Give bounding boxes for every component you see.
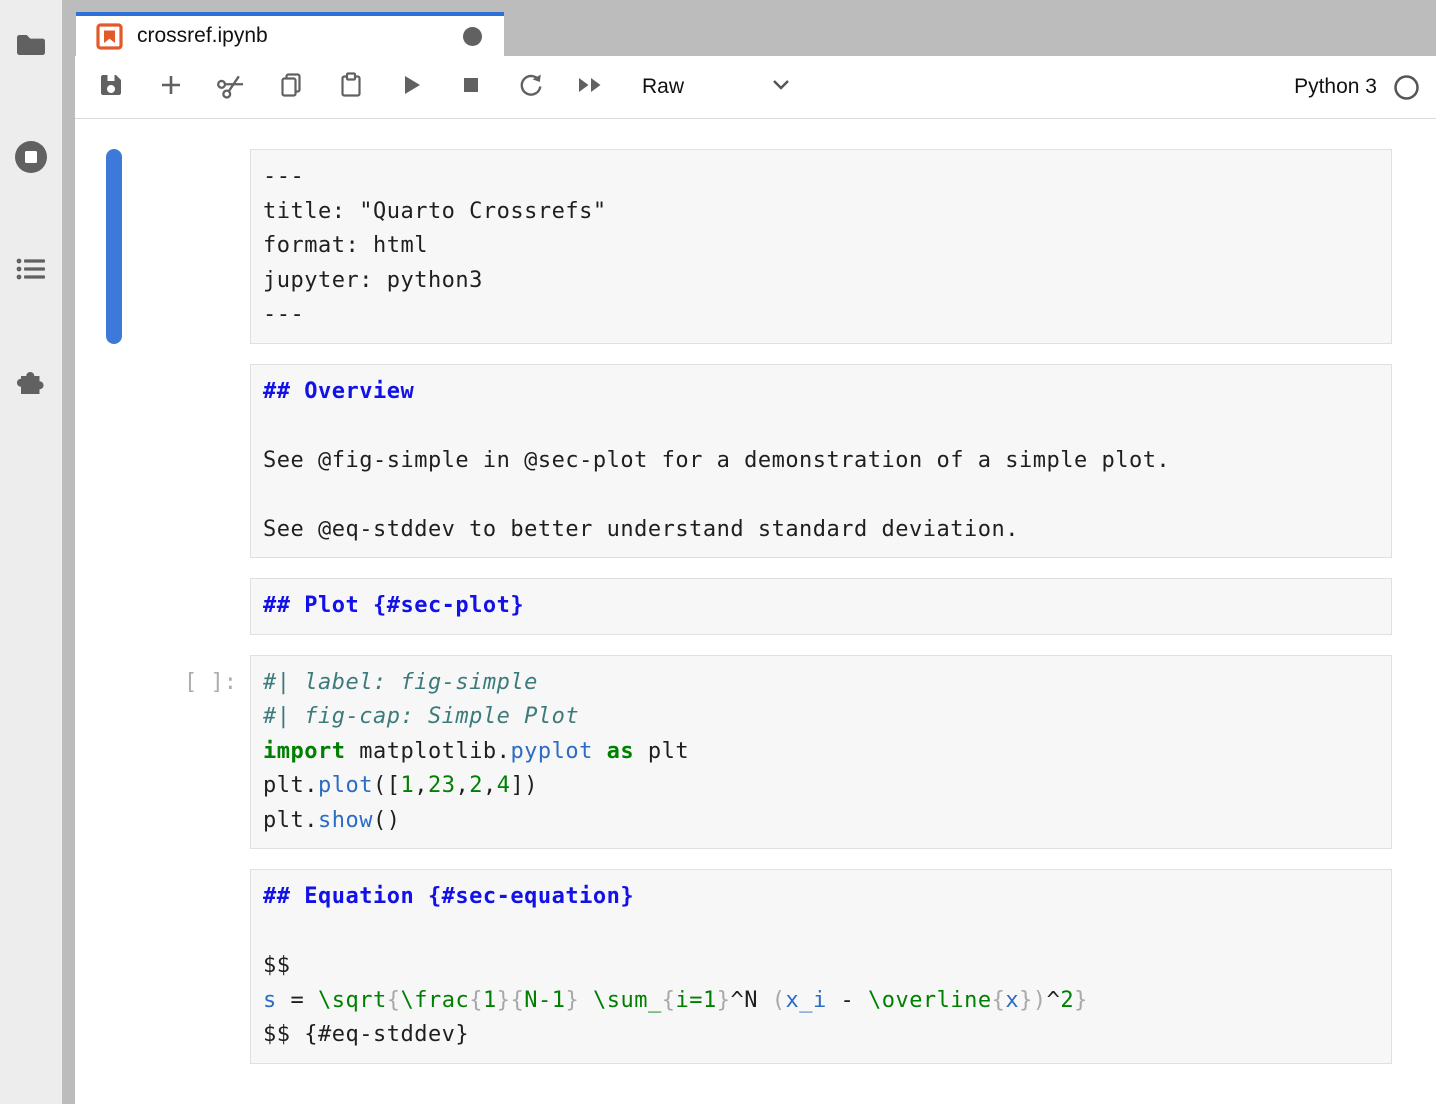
selected-cell-indicator bbox=[106, 149, 122, 344]
dock-tab-bar: crossref.ipynb bbox=[62, 0, 1436, 56]
table-of-contents-icon bbox=[14, 254, 48, 284]
restart-refresh-icon bbox=[516, 70, 546, 105]
cell-row-frontmatter: ---title: "Quarto Crossrefs"format: html… bbox=[75, 149, 1436, 344]
interrupt-kernel-button[interactable] bbox=[456, 70, 486, 104]
save-button[interactable] bbox=[96, 70, 126, 104]
cell-prompt bbox=[75, 578, 250, 635]
save-floppy-icon bbox=[96, 70, 126, 105]
copy-cells-button[interactable] bbox=[276, 70, 306, 104]
paste-cells-button[interactable] bbox=[336, 70, 366, 104]
unsaved-changes-dot[interactable] bbox=[463, 27, 482, 46]
kernel-idle-circle-icon[interactable] bbox=[1393, 74, 1420, 101]
running-sessions-icon bbox=[12, 138, 50, 176]
paste-clipboard-icon bbox=[336, 70, 366, 105]
tab-title: crossref.ipynb bbox=[137, 24, 268, 48]
file-browser-button[interactable] bbox=[12, 26, 50, 64]
cut-cells-button[interactable] bbox=[216, 70, 246, 104]
jupyterlab-app: crossref.ipynb bbox=[0, 0, 1436, 1104]
cell-prompt bbox=[75, 149, 250, 344]
restart-run-all-button[interactable] bbox=[576, 70, 606, 104]
notebook-panel: ---title: "Quarto Crossrefs"format: html… bbox=[75, 119, 1436, 1104]
stop-square-icon bbox=[456, 70, 486, 105]
running-sessions-button[interactable] bbox=[12, 138, 50, 176]
chevron-down-icon bbox=[770, 75, 792, 99]
cell-row-overview: ## Overview See @fig-simple in @sec-plot… bbox=[75, 364, 1436, 559]
restart-kernel-button[interactable] bbox=[516, 70, 546, 104]
plus-icon bbox=[156, 70, 186, 105]
cell-row-plot-heading: ## Plot {#sec-plot} bbox=[75, 578, 1436, 635]
folder-icon bbox=[13, 30, 49, 60]
notebook-file-icon bbox=[96, 23, 123, 50]
cell-type-dropdown[interactable]: Raw bbox=[642, 75, 792, 99]
notebook-tab[interactable]: crossref.ipynb bbox=[76, 12, 504, 56]
sidebar-splitter[interactable] bbox=[62, 56, 75, 1104]
left-activity-bar bbox=[0, 0, 62, 1104]
extension-manager-button[interactable] bbox=[12, 362, 50, 400]
cell-prompt bbox=[75, 869, 250, 1064]
cell-prompt bbox=[75, 364, 250, 559]
insert-cell-button[interactable] bbox=[156, 70, 186, 104]
cell-row-code: [ ]: #| label: fig-simple#| fig-cap: Sim… bbox=[75, 655, 1436, 850]
cell-markdown-equation[interactable]: ## Equation {#sec-equation} $$s = \sqrt{… bbox=[250, 869, 1392, 1064]
copy-icon bbox=[276, 70, 306, 105]
cell-markdown-overview[interactable]: ## Overview See @fig-simple in @sec-plot… bbox=[250, 364, 1392, 559]
execution-count-prompt: [ ]: bbox=[75, 655, 250, 850]
run-play-icon bbox=[396, 70, 426, 105]
cell-markdown-plot-heading[interactable]: ## Plot {#sec-plot} bbox=[250, 578, 1392, 635]
fast-forward-icon bbox=[574, 70, 608, 105]
cell-code-plot[interactable]: #| label: fig-simple#| fig-cap: Simple P… bbox=[250, 655, 1392, 850]
notebook-toolbar: Raw Python 3 bbox=[75, 56, 1436, 119]
extension-puzzle-icon bbox=[14, 364, 48, 398]
cell-row-equation: ## Equation {#sec-equation} $$s = \sqrt{… bbox=[75, 869, 1436, 1064]
run-cell-button[interactable] bbox=[396, 70, 426, 104]
cell-type-value: Raw bbox=[642, 75, 684, 99]
scissors-cut-icon bbox=[214, 68, 248, 107]
kernel-name[interactable]: Python 3 bbox=[1294, 75, 1377, 99]
cell-raw-frontmatter[interactable]: ---title: "Quarto Crossrefs"format: html… bbox=[250, 149, 1392, 344]
table-of-contents-button[interactable] bbox=[12, 250, 50, 288]
